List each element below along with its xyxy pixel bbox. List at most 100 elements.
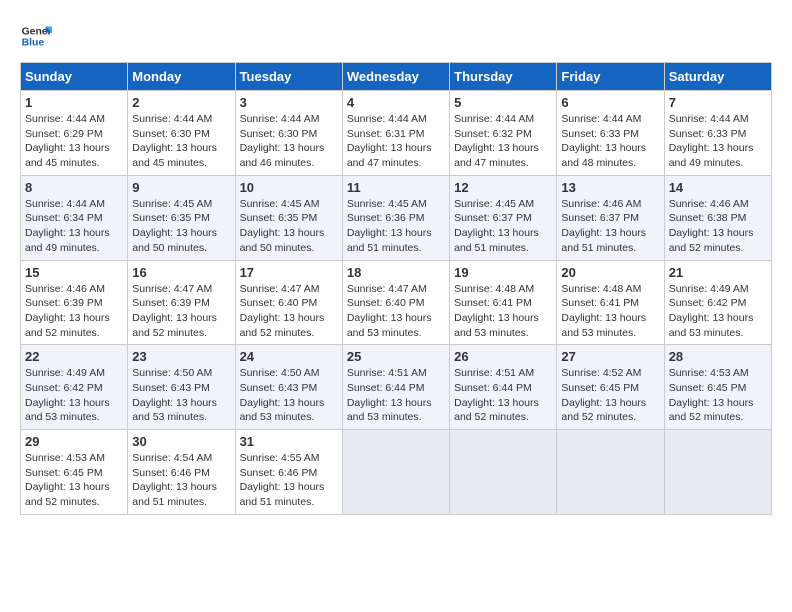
- calendar-day-cell: 31 Sunrise: 4:55 AM Sunset: 6:46 PM Dayli…: [235, 430, 342, 515]
- day-number: 7: [669, 95, 767, 110]
- calendar-week-row: 22 Sunrise: 4:49 AM Sunset: 6:42 PM Dayli…: [21, 345, 772, 430]
- day-info: Sunrise: 4:46 AM Sunset: 6:37 PM Dayligh…: [561, 197, 659, 256]
- calendar-table: SundayMondayTuesdayWednesdayThursdayFrid…: [20, 62, 772, 515]
- day-info: Sunrise: 4:46 AM Sunset: 6:38 PM Dayligh…: [669, 197, 767, 256]
- calendar-day-cell: 3 Sunrise: 4:44 AM Sunset: 6:30 PM Daylig…: [235, 91, 342, 176]
- day-number: 6: [561, 95, 659, 110]
- calendar-day-cell: 15 Sunrise: 4:46 AM Sunset: 6:39 PM Dayli…: [21, 260, 128, 345]
- calendar-day-cell: 12 Sunrise: 4:45 AM Sunset: 6:37 PM Dayli…: [450, 175, 557, 260]
- calendar-day-cell: 24 Sunrise: 4:50 AM Sunset: 6:43 PM Dayli…: [235, 345, 342, 430]
- day-number: 14: [669, 180, 767, 195]
- calendar-day-cell: 6 Sunrise: 4:44 AM Sunset: 6:33 PM Daylig…: [557, 91, 664, 176]
- day-info: Sunrise: 4:44 AM Sunset: 6:30 PM Dayligh…: [240, 112, 338, 171]
- calendar-day-cell: 9 Sunrise: 4:45 AM Sunset: 6:35 PM Daylig…: [128, 175, 235, 260]
- day-info: Sunrise: 4:50 AM Sunset: 6:43 PM Dayligh…: [132, 366, 230, 425]
- day-number: 15: [25, 265, 123, 280]
- calendar-week-row: 8 Sunrise: 4:44 AM Sunset: 6:34 PM Daylig…: [21, 175, 772, 260]
- day-number: 17: [240, 265, 338, 280]
- day-number: 29: [25, 434, 123, 449]
- day-info: Sunrise: 4:44 AM Sunset: 6:33 PM Dayligh…: [561, 112, 659, 171]
- calendar-week-row: 29 Sunrise: 4:53 AM Sunset: 6:45 PM Dayli…: [21, 430, 772, 515]
- day-number: 8: [25, 180, 123, 195]
- day-number: 16: [132, 265, 230, 280]
- calendar-day-cell: [557, 430, 664, 515]
- calendar-day-cell: 29 Sunrise: 4:53 AM Sunset: 6:45 PM Dayli…: [21, 430, 128, 515]
- page-header: General Blue: [20, 20, 772, 52]
- day-number: 12: [454, 180, 552, 195]
- day-info: Sunrise: 4:44 AM Sunset: 6:30 PM Dayligh…: [132, 112, 230, 171]
- day-info: Sunrise: 4:53 AM Sunset: 6:45 PM Dayligh…: [25, 451, 123, 510]
- day-number: 3: [240, 95, 338, 110]
- weekday-header: Monday: [128, 63, 235, 91]
- calendar-day-cell: 28 Sunrise: 4:53 AM Sunset: 6:45 PM Dayli…: [664, 345, 771, 430]
- day-number: 22: [25, 349, 123, 364]
- day-info: Sunrise: 4:54 AM Sunset: 6:46 PM Dayligh…: [132, 451, 230, 510]
- weekday-header: Tuesday: [235, 63, 342, 91]
- day-number: 1: [25, 95, 123, 110]
- day-number: 25: [347, 349, 445, 364]
- weekday-header: Wednesday: [342, 63, 449, 91]
- day-info: Sunrise: 4:45 AM Sunset: 6:35 PM Dayligh…: [240, 197, 338, 256]
- day-number: 30: [132, 434, 230, 449]
- day-info: Sunrise: 4:51 AM Sunset: 6:44 PM Dayligh…: [347, 366, 445, 425]
- day-info: Sunrise: 4:45 AM Sunset: 6:37 PM Dayligh…: [454, 197, 552, 256]
- day-number: 18: [347, 265, 445, 280]
- calendar-day-cell: [664, 430, 771, 515]
- calendar-day-cell: 30 Sunrise: 4:54 AM Sunset: 6:46 PM Dayli…: [128, 430, 235, 515]
- day-number: 9: [132, 180, 230, 195]
- calendar-day-cell: 17Sunrise: 4:47 AM Sunset: 6:40 PM Dayli…: [235, 260, 342, 345]
- calendar-day-cell: 4 Sunrise: 4:44 AM Sunset: 6:31 PM Daylig…: [342, 91, 449, 176]
- calendar-day-cell: 7 Sunrise: 4:44 AM Sunset: 6:33 PM Daylig…: [664, 91, 771, 176]
- calendar-day-cell: 23 Sunrise: 4:50 AM Sunset: 6:43 PM Dayli…: [128, 345, 235, 430]
- calendar-day-cell: 14 Sunrise: 4:46 AM Sunset: 6:38 PM Dayli…: [664, 175, 771, 260]
- day-number: 10: [240, 180, 338, 195]
- svg-text:Blue: Blue: [22, 38, 45, 49]
- day-info: Sunrise: 4:47 AM Sunset: 6:40 PM Dayligh…: [347, 282, 445, 341]
- day-info: Sunrise: 4:44 AM Sunset: 6:29 PM Dayligh…: [25, 112, 123, 171]
- day-info: Sunrise: 4:44 AM Sunset: 6:31 PM Dayligh…: [347, 112, 445, 171]
- day-info: Sunrise: 4:52 AM Sunset: 6:45 PM Dayligh…: [561, 366, 659, 425]
- day-number: 28: [669, 349, 767, 364]
- day-info: Sunrise: 4:44 AM Sunset: 6:34 PM Dayligh…: [25, 197, 123, 256]
- day-info: Sunrise: 4:45 AM Sunset: 6:36 PM Dayligh…: [347, 197, 445, 256]
- day-info: Sunrise: 4:53 AM Sunset: 6:45 PM Dayligh…: [669, 366, 767, 425]
- calendar-day-cell: [342, 430, 449, 515]
- day-number: 19: [454, 265, 552, 280]
- day-number: 20: [561, 265, 659, 280]
- calendar-day-cell: 22 Sunrise: 4:49 AM Sunset: 6:42 PM Dayli…: [21, 345, 128, 430]
- calendar-day-cell: 10 Sunrise: 4:45 AM Sunset: 6:35 PM Dayli…: [235, 175, 342, 260]
- day-info: Sunrise: 4:44 AM Sunset: 6:32 PM Dayligh…: [454, 112, 552, 171]
- calendar-day-cell: 26Sunrise: 4:51 AM Sunset: 6:44 PM Dayli…: [450, 345, 557, 430]
- logo: General Blue: [20, 20, 52, 52]
- calendar-week-row: 15 Sunrise: 4:46 AM Sunset: 6:39 PM Dayli…: [21, 260, 772, 345]
- calendar-day-cell: [450, 430, 557, 515]
- calendar-day-cell: 2 Sunrise: 4:44 AM Sunset: 6:30 PM Daylig…: [128, 91, 235, 176]
- calendar-day-cell: 19 Sunrise: 4:48 AM Sunset: 6:41 PM Dayli…: [450, 260, 557, 345]
- day-number: 13: [561, 180, 659, 195]
- calendar-day-cell: 20Sunrise: 4:48 AM Sunset: 6:41 PM Dayli…: [557, 260, 664, 345]
- day-number: 27: [561, 349, 659, 364]
- day-info: Sunrise: 4:45 AM Sunset: 6:35 PM Dayligh…: [132, 197, 230, 256]
- day-number: 2: [132, 95, 230, 110]
- day-info: Sunrise: 4:51 AM Sunset: 6:44 PM Dayligh…: [454, 366, 552, 425]
- calendar-week-row: 1 Sunrise: 4:44 AM Sunset: 6:29 PM Daylig…: [21, 91, 772, 176]
- day-info: Sunrise: 4:49 AM Sunset: 6:42 PM Dayligh…: [25, 366, 123, 425]
- weekday-header: Thursday: [450, 63, 557, 91]
- day-number: 4: [347, 95, 445, 110]
- logo-icon: General Blue: [20, 20, 52, 52]
- calendar-day-cell: 25 Sunrise: 4:51 AM Sunset: 6:44 PM Dayli…: [342, 345, 449, 430]
- day-info: Sunrise: 4:44 AM Sunset: 6:33 PM Dayligh…: [669, 112, 767, 171]
- day-number: 24: [240, 349, 338, 364]
- day-info: Sunrise: 4:55 AM Sunset: 6:46 PM Dayligh…: [240, 451, 338, 510]
- calendar-header-row: SundayMondayTuesdayWednesdayThursdayFrid…: [21, 63, 772, 91]
- day-number: 31: [240, 434, 338, 449]
- day-number: 21: [669, 265, 767, 280]
- day-info: Sunrise: 4:48 AM Sunset: 6:41 PM Dayligh…: [454, 282, 552, 341]
- calendar-day-cell: 11Sunrise: 4:45 AM Sunset: 6:36 PM Dayli…: [342, 175, 449, 260]
- day-info: Sunrise: 4:46 AM Sunset: 6:39 PM Dayligh…: [25, 282, 123, 341]
- calendar-day-cell: 18 Sunrise: 4:47 AM Sunset: 6:40 PM Dayli…: [342, 260, 449, 345]
- calendar-day-cell: 13 Sunrise: 4:46 AM Sunset: 6:37 PM Dayli…: [557, 175, 664, 260]
- calendar-day-cell: 5Sunrise: 4:44 AM Sunset: 6:32 PM Daylig…: [450, 91, 557, 176]
- day-info: Sunrise: 4:50 AM Sunset: 6:43 PM Dayligh…: [240, 366, 338, 425]
- day-number: 23: [132, 349, 230, 364]
